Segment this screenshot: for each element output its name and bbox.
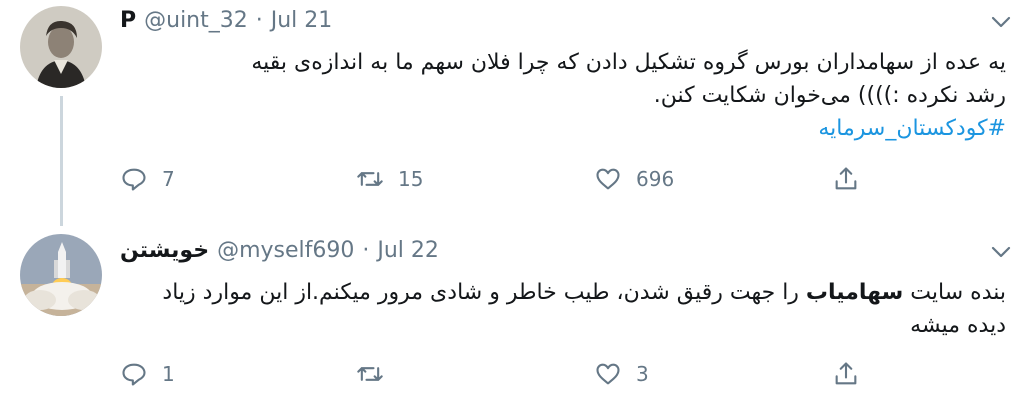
thread-connector-line bbox=[60, 96, 63, 226]
share-icon bbox=[835, 167, 857, 190]
like-count: 3 bbox=[636, 362, 649, 386]
reply-button[interactable]: 7 bbox=[120, 165, 175, 193]
tweet-date[interactable]: Jul 22 bbox=[377, 238, 439, 263]
heart-icon bbox=[596, 363, 620, 385]
reply-count: 1 bbox=[162, 362, 175, 386]
like-count: 696 bbox=[636, 167, 675, 191]
retweet-button[interactable] bbox=[356, 360, 398, 388]
share-icon bbox=[835, 362, 857, 385]
tweet-header: P @uint_32 · Jul 21 bbox=[120, 8, 332, 33]
user-handle[interactable]: @myself690 bbox=[217, 238, 354, 263]
reply-button[interactable]: 1 bbox=[120, 360, 175, 388]
user-handle[interactable]: @uint_32 bbox=[144, 8, 248, 33]
tweet-actions: 7 15 696 bbox=[120, 165, 1024, 205]
tweet-text: بنده سایت سهامیاب را جهت رقیق شدن، طیب خ… bbox=[120, 276, 1006, 342]
share-button[interactable] bbox=[832, 360, 860, 388]
tweet-text-segment: بنده سایت bbox=[903, 280, 1006, 305]
retweet-count: 15 bbox=[398, 167, 424, 191]
chevron-down-icon[interactable] bbox=[990, 244, 1012, 260]
tweet-text-line: رشد نکرده :)))) می‌خوان شکایت کنن. bbox=[653, 83, 1006, 108]
display-name[interactable]: خویشتن bbox=[120, 238, 209, 263]
tweet-text: یه عده از سهامداران بورس گروه تشکیل دادن… bbox=[120, 46, 1006, 145]
separator-dot: · bbox=[255, 8, 263, 33]
reply-icon bbox=[122, 363, 146, 386]
share-button[interactable] bbox=[832, 165, 860, 193]
avatar[interactable] bbox=[20, 6, 102, 88]
retweet-icon bbox=[357, 172, 383, 186]
separator-dot: · bbox=[362, 238, 370, 263]
hashtag-link[interactable]: #کودکستان_سرمایه bbox=[120, 112, 1006, 145]
heart-icon bbox=[596, 168, 620, 190]
like-button[interactable]: 696 bbox=[594, 165, 674, 193]
tweet-date[interactable]: Jul 21 bbox=[271, 8, 333, 33]
rocket-launch-avatar-image bbox=[20, 234, 102, 316]
portrait-avatar-image bbox=[20, 6, 102, 88]
display-name[interactable]: P bbox=[120, 8, 136, 33]
chevron-down-icon[interactable] bbox=[990, 14, 1012, 30]
avatar[interactable] bbox=[20, 234, 102, 316]
tweet-text-line: یه عده از سهامداران بورس گروه تشکیل دادن… bbox=[251, 50, 1006, 75]
tweet-actions: 1 3 bbox=[120, 360, 1024, 400]
like-button[interactable]: 3 bbox=[594, 360, 649, 388]
retweet-button[interactable]: 15 bbox=[356, 165, 423, 193]
retweet-icon bbox=[357, 367, 383, 381]
reply-count: 7 bbox=[162, 167, 175, 191]
reply-icon bbox=[122, 168, 146, 191]
tweet-text-bold: سهامیاب bbox=[805, 280, 904, 305]
tweet-header: خویشتن @myself690 · Jul 22 bbox=[120, 238, 439, 263]
